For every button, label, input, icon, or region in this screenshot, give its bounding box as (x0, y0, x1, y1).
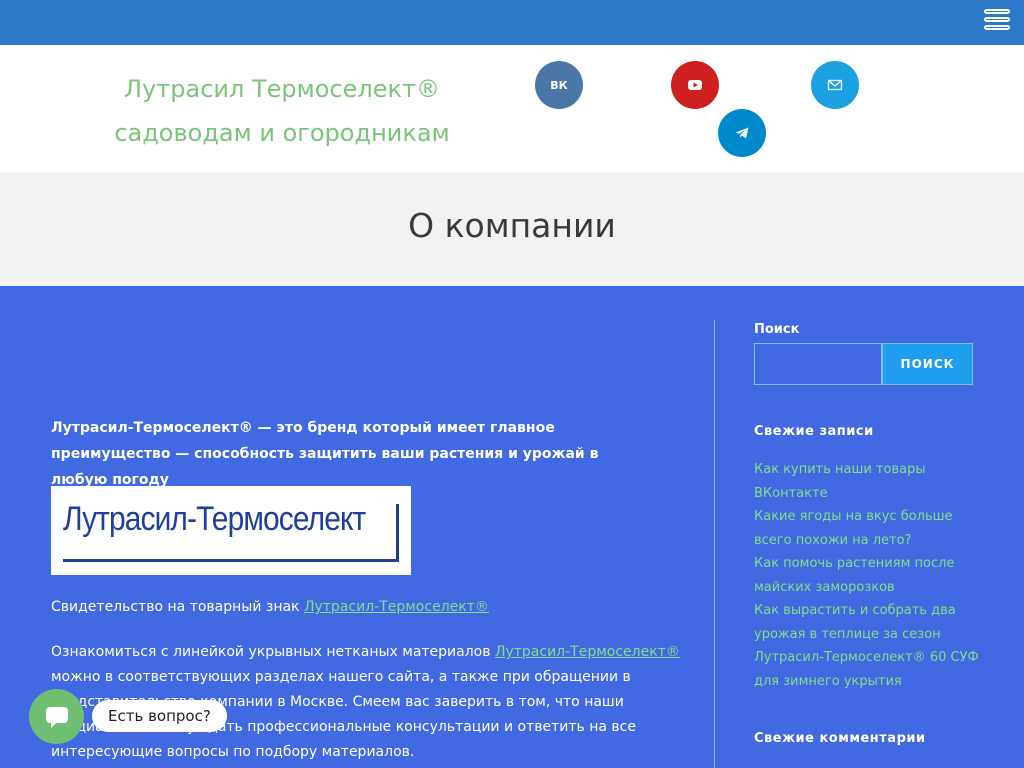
search-button[interactable]: ПОИСК (882, 343, 973, 385)
hamburger-menu-icon[interactable] (984, 9, 1014, 39)
search-input[interactable] (754, 343, 882, 385)
lead-paragraph: Лутрасил-Термоселект® — это бренд которы… (51, 420, 599, 488)
materials-link[interactable]: Лутрасил-Термоселект® (495, 644, 680, 660)
logo-text: Лутрасил-Термоселект (63, 500, 366, 538)
site-header: Лутрасил Термоселект® садоводам и огород… (0, 45, 1024, 172)
content-area: Лутрасил-Термоселект® — это бренд которы… (0, 286, 1024, 768)
telegram-icon (735, 127, 749, 139)
chat-button[interactable] (29, 689, 84, 744)
site-title[interactable]: Лутрасил Термоселект® садоводам и огород… (52, 67, 512, 155)
vk-link[interactable]: ВК (535, 61, 583, 109)
trademark-link[interactable]: Лутрасил-Термоселект® (304, 599, 489, 615)
column-divider (714, 320, 715, 768)
page-title: О компании (408, 206, 616, 245)
vk-icon: ВК (550, 78, 568, 92)
recent-posts-title: Свежие записи (754, 424, 874, 439)
chat-prompt[interactable]: Есть вопрос? (92, 700, 227, 732)
search-label: Поиск (754, 322, 800, 337)
email-link[interactable] (811, 61, 859, 109)
trademark-text: Свидетельство на товарный знак (51, 599, 304, 615)
recent-post-link[interactable]: Как вырастить и собрать два урожая в теп… (754, 599, 984, 646)
logo-underline (63, 559, 399, 562)
mail-icon (827, 79, 843, 91)
materials-text-start: Ознакомиться с линейкой укрывных нетканы… (51, 644, 495, 660)
trademark-paragraph: Свидетельство на товарный знак Лутрасил-… (51, 595, 691, 620)
recent-comments-title: Свежие комментарии (754, 731, 926, 746)
logo-bracket (396, 504, 399, 562)
brand-logo: Лутрасил-Термоселект (51, 486, 411, 575)
youtube-icon (688, 80, 702, 90)
youtube-link[interactable] (671, 61, 719, 109)
recent-post-link[interactable]: Лутрасил-Термоселект® 60 СУФ для зимнего… (754, 646, 984, 693)
top-bar (0, 0, 1024, 45)
recent-post-link[interactable]: Как помочь растениям после майских замор… (754, 552, 984, 599)
recent-post-link[interactable]: Какие ягоды на вкус больше всего похожи … (754, 505, 984, 552)
recent-posts-list: Как купить наши товары ВКонтакте Какие я… (754, 458, 984, 693)
recent-post-link[interactable]: Как купить наши товары ВКонтакте (754, 458, 984, 505)
telegram-link[interactable] (718, 109, 766, 157)
chat-icon (45, 706, 68, 728)
page-title-bar: О компании (0, 172, 1024, 286)
